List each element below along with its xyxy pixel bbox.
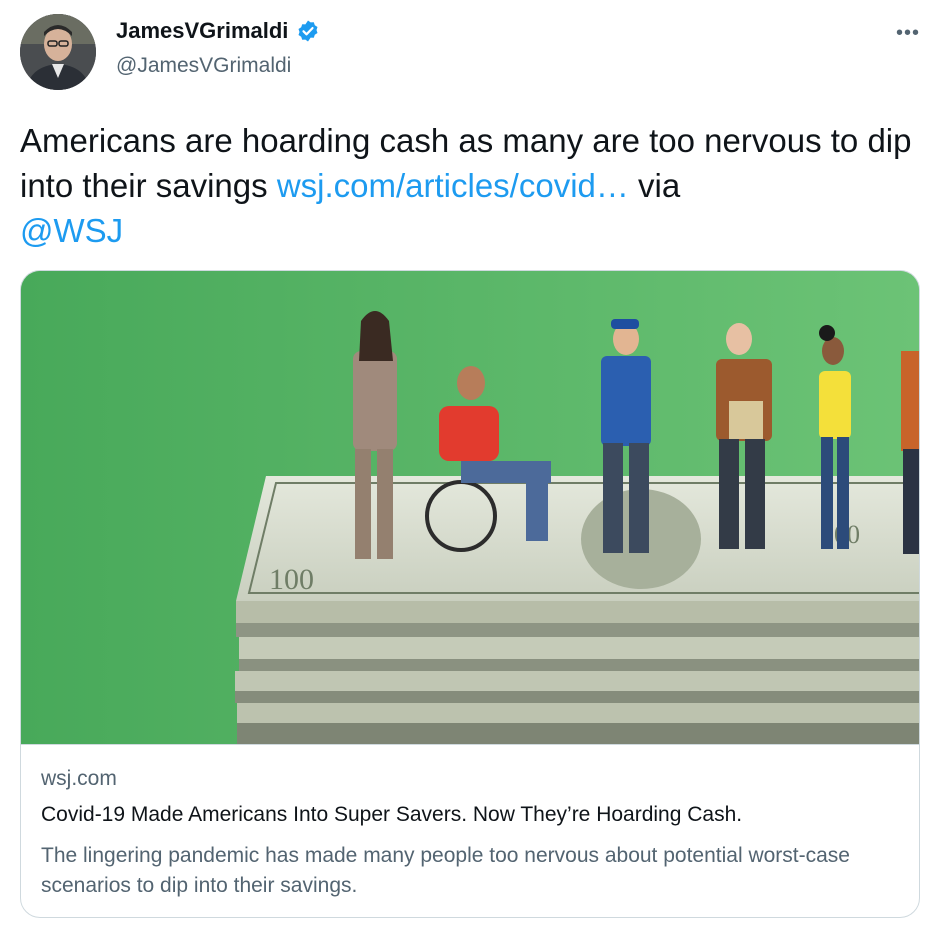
card-description: The lingering pandemic has made many peo…: [41, 844, 850, 897]
card-domain: wsj.com: [41, 767, 117, 790]
author-name-row[interactable]: JamesVGrimaldi: [116, 18, 320, 44]
tweet-text: Americans are hoarding cash as many are …: [20, 118, 920, 253]
verified-badge-icon: [298, 20, 318, 42]
card-meta: wsj.com Covid-19 Made Americans Into Sup…: [21, 744, 919, 897]
wsj-mention-link[interactable]: @WSJ: [20, 212, 123, 249]
avatar[interactable]: [20, 14, 96, 90]
link-preview-card[interactable]: 100 100: [20, 270, 920, 918]
article-link[interactable]: wsj.com/articles/covid…: [277, 167, 629, 204]
more-options-icon[interactable]: •••: [896, 22, 920, 45]
card-title: Covid-19 Made Americans Into Super Saver…: [41, 803, 743, 826]
card-image[interactable]: 100 100: [21, 271, 919, 744]
author-display-name[interactable]: JamesVGrimaldi: [116, 18, 288, 44]
svg-text:100: 100: [269, 563, 314, 596]
author-handle[interactable]: @JamesVGrimaldi: [116, 54, 291, 78]
profile-photo-icon: [20, 14, 96, 90]
tweet-via-text: via: [628, 167, 681, 204]
money-stack-illustration: 100 100: [21, 271, 919, 744]
